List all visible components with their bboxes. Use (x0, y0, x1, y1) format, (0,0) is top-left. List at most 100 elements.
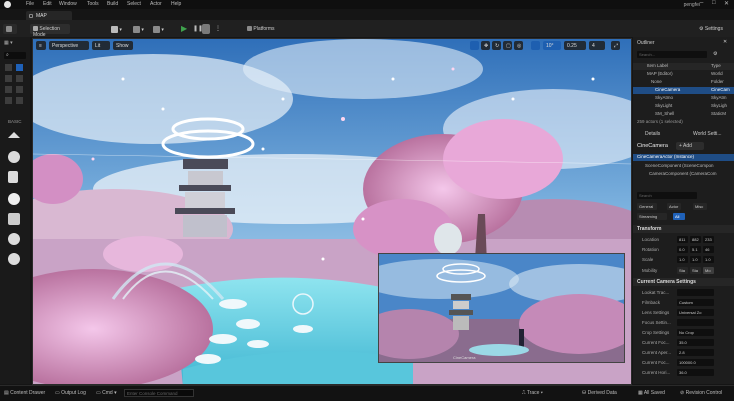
rotate-icon[interactable]: ↻ (492, 41, 501, 50)
menu-window[interactable]: Window (59, 1, 77, 7)
all-classes-icon[interactable] (16, 97, 23, 104)
output-log-button[interactable]: ▭ Output Log (55, 390, 86, 396)
location-x[interactable]: 811 (677, 236, 688, 243)
col-item-label[interactable]: Item Label (647, 63, 668, 68)
outliner-row[interactable]: MAP (Editor) World (633, 71, 734, 78)
revision-control-button[interactable]: ⊘ Revision Control (680, 390, 722, 396)
viewport-options-icon[interactable]: ≡ (36, 41, 46, 50)
menu-actor[interactable]: Actor (150, 1, 162, 7)
character-icon[interactable] (8, 151, 20, 163)
camera-speed-button[interactable]: 4 (589, 41, 605, 50)
transform-section[interactable]: Transform (633, 225, 734, 233)
camera-settings-section[interactable]: Current Camera Settings (633, 278, 734, 286)
selection-mode-dropdown[interactable]: Selection Mode (30, 24, 70, 38)
angle-snap-button[interactable]: 10° (543, 41, 561, 50)
property-value[interactable] (677, 319, 714, 326)
cinematic-icon[interactable] (16, 75, 23, 82)
close-icon[interactable]: ✕ (723, 39, 727, 45)
unreal-logo-icon[interactable] (4, 1, 11, 8)
play-icon[interactable]: ▶ (180, 24, 190, 34)
translate-icon[interactable]: ✥ (481, 41, 490, 50)
property-value[interactable]: 35.0 (677, 339, 714, 346)
tab-map[interactable]: MAP (26, 11, 72, 20)
instance-row[interactable]: CineCameraActor (Instance) (633, 154, 734, 161)
platforms-dropdown[interactable]: Platforms (244, 24, 284, 34)
menu-tools[interactable]: Tools (87, 1, 99, 7)
col-type[interactable]: Type (711, 63, 721, 68)
tab-world-settings[interactable]: World Setti... (693, 131, 722, 137)
filter-misc[interactable]: Misc (693, 203, 707, 210)
save-icon[interactable] (3, 24, 17, 34)
minimize-icon[interactable]: – (700, 0, 703, 6)
outliner-row[interactable]: SM_Shell StaticM (633, 111, 734, 118)
tab-outliner[interactable]: Outliner (637, 40, 655, 46)
play-options-icon[interactable]: ⋮ (214, 24, 222, 34)
scale-snap-button[interactable]: 0.25 (564, 41, 586, 50)
recent-icon[interactable] (5, 64, 12, 71)
outliner-row[interactable]: SkyAtmo SkyAtm (633, 95, 734, 102)
outliner-row[interactable]: CineCamera CineCam (633, 87, 734, 94)
outliner-row[interactable]: SkyLight SkyLigh (633, 103, 734, 110)
lights-icon[interactable] (5, 75, 12, 82)
mobility-static[interactable]: Sta (677, 267, 688, 274)
pawn-icon[interactable] (8, 171, 18, 183)
place-actors-icon[interactable]: ▦ ▾ (4, 40, 26, 47)
search-icon[interactable]: ⌕ (4, 52, 26, 59)
blueprint-button[interactable]: ▾ (130, 24, 148, 34)
perspective-dropdown[interactable]: Perspective (49, 41, 89, 50)
actor-icon[interactable] (8, 132, 20, 138)
show-dropdown[interactable]: Show (113, 41, 133, 50)
view-mode-dropdown[interactable]: Lit (92, 41, 110, 50)
scale-z[interactable]: 1.0 (703, 256, 714, 263)
stop-icon[interactable] (202, 24, 210, 34)
filter-general[interactable]: General (637, 203, 657, 210)
player-start-icon[interactable] (8, 213, 20, 225)
add-component-button[interactable]: + Add (676, 142, 704, 150)
cube-icon[interactable] (8, 233, 20, 245)
geometry-icon[interactable] (16, 86, 23, 93)
property-value[interactable]: Universal Zo (677, 309, 714, 316)
volumes-icon[interactable] (5, 97, 12, 104)
trace-button[interactable]: ⎍ Trace ▾ (522, 390, 543, 396)
sphere-icon[interactable] (8, 253, 20, 265)
basic-icon[interactable] (16, 64, 23, 71)
rotation-x[interactable]: 0.0 (677, 246, 688, 253)
mobility-movable[interactable]: Mo (703, 267, 714, 274)
location-y[interactable]: 882 (690, 236, 701, 243)
light-icon[interactable] (8, 193, 20, 205)
tab-details[interactable]: Details (645, 131, 660, 137)
property-value[interactable]: No Crop (677, 329, 714, 336)
property-value[interactable]: 100000.0 (677, 359, 714, 366)
rotation-y[interactable]: 5.1 (690, 246, 701, 253)
maximize-icon[interactable]: □ (712, 0, 716, 6)
property-value[interactable]: 36.0 (677, 369, 714, 376)
scale-x[interactable]: 1.0 (677, 256, 688, 263)
save-status-button[interactable]: ▦ All Saved (638, 390, 665, 396)
mobility-stationary[interactable]: Sta (690, 267, 701, 274)
level-viewport[interactable]: ≡ Perspective Lit Show ✥ ↻ ▢ ◎ 10° 0.25 … (32, 38, 632, 385)
filter-streaming[interactable]: Streaming (637, 213, 667, 220)
visual-effects-icon[interactable] (5, 86, 12, 93)
console-command-input[interactable]: Enter Console Command (124, 389, 194, 397)
menu-file[interactable]: File (26, 1, 34, 7)
menu-edit[interactable]: Edit (43, 1, 52, 7)
filter-icon[interactable]: ⚙ (713, 51, 717, 57)
surface-snap-icon[interactable] (531, 41, 540, 50)
content-drawer-button[interactable]: ▤ Content Drawer (4, 390, 45, 396)
location-z[interactable]: 233 (703, 236, 714, 243)
scale-icon[interactable]: ▢ (503, 41, 512, 50)
rotation-z[interactable]: 46 (703, 246, 714, 253)
property-value[interactable]: Custom (677, 299, 714, 306)
cmd-dropdown[interactable]: ▭ Cmd ▾ (96, 390, 117, 396)
settings-dropdown[interactable]: ⚙ Settings (696, 24, 732, 34)
world-local-icon[interactable]: ◎ (514, 41, 523, 50)
add-actor-button[interactable]: ▾ (108, 24, 126, 34)
outliner-search-input[interactable]: Search... (637, 51, 707, 58)
details-search-input[interactable]: Search (637, 192, 697, 199)
filter-actor[interactable]: Actor (667, 203, 681, 210)
menu-help[interactable]: Help (171, 1, 181, 7)
scale-y[interactable]: 1.0 (690, 256, 701, 263)
property-value[interactable] (677, 289, 714, 296)
component-row[interactable]: CameraComponent (CameraCom (633, 171, 734, 178)
property-value[interactable]: 2.8 (677, 349, 714, 356)
